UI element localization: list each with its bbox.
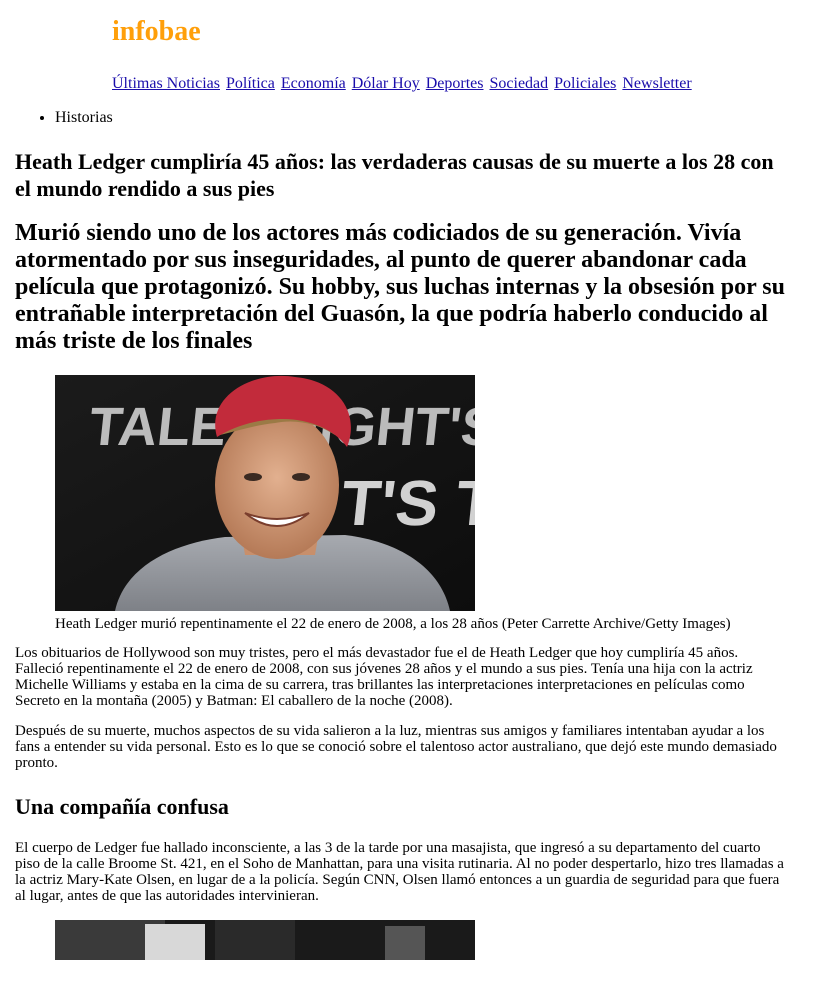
photo-face	[215, 411, 339, 559]
nav-link-politica[interactable]: Política	[226, 75, 275, 92]
article-paragraph: El cuerpo de Ledger fue hallado inconsci…	[15, 840, 784, 904]
nav-link-ultimas-noticias[interactable]: Últimas Noticias	[112, 75, 220, 92]
photo-caption: Heath Ledger murió repentinamente el 22 …	[55, 616, 731, 632]
article-figure: TALE KNIGHT'S TALE T'S TA Heath Ledger m	[55, 375, 785, 633]
nav-link-deportes[interactable]: Deportes	[426, 75, 484, 92]
nav-link-sociedad[interactable]: Sociedad	[490, 75, 549, 92]
backdrop-text-bottom: T'S TA	[338, 467, 475, 539]
article-headline: Heath Ledger cumpliría 45 años: las verd…	[15, 149, 774, 201]
section-breadcrumb: Historias	[15, 108, 113, 128]
section-item-historias[interactable]: Historias	[55, 108, 113, 128]
nav-link-economia[interactable]: Economía	[281, 75, 346, 92]
photo-eye-right	[292, 473, 310, 481]
article-photo-2[interactable]	[55, 920, 475, 960]
section-subheading: Una compañía confusa	[15, 794, 229, 819]
nav-link-newsletter[interactable]: Newsletter	[622, 75, 691, 92]
article-photo[interactable]: TALE KNIGHT'S TALE T'S TA	[55, 375, 475, 611]
nav-link-policiales[interactable]: Policiales	[554, 75, 616, 92]
article-paragraph: Los obituarios de Hollywood son muy tris…	[15, 645, 753, 709]
photo-eye-left	[244, 473, 262, 481]
article: Heath Ledger cumpliría 45 años: las verd…	[15, 148, 785, 960]
nav-link-dolar-hoy[interactable]: Dólar Hoy	[352, 75, 420, 92]
article-subtitle: Murió siendo uno de los actores más codi…	[15, 220, 785, 354]
article-paragraph: Después de su muerte, muchos aspectos de…	[15, 723, 777, 771]
main-nav: Últimas Noticias Política Economía Dólar…	[112, 74, 694, 94]
site-logo[interactable]: infobae	[112, 18, 201, 46]
